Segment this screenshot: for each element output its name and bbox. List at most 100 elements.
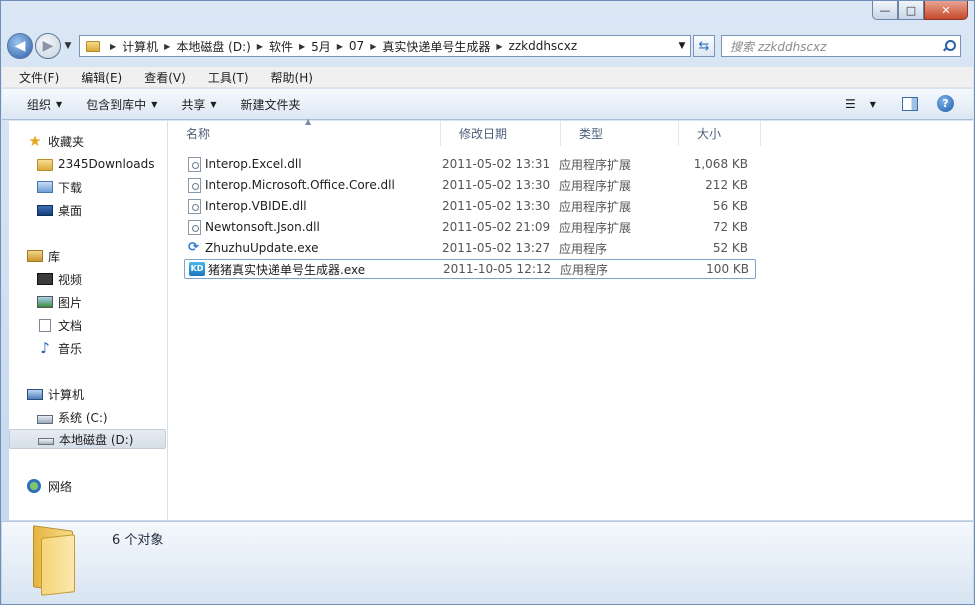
- file-type: 应用程序: [559, 241, 608, 256]
- breadcrumb-07[interactable]: 07: [349, 39, 364, 53]
- sidebar-item-network[interactable]: 网络: [27, 476, 72, 496]
- menu-tools[interactable]: 工具(T): [191, 69, 254, 86]
- sidebar-item-drive-c[interactable]: 系统 (C:): [37, 407, 108, 427]
- sidebar-item-2345downloads[interactable]: 2345Downloads: [37, 154, 154, 174]
- file-type: 应用程序扩展: [559, 157, 632, 172]
- chevron-right-icon[interactable]: ▶: [164, 42, 170, 51]
- large-folder-icon: [33, 525, 77, 596]
- chevron-right-icon[interactable]: ▶: [257, 42, 263, 51]
- share-button[interactable]: 共享 ▼: [169, 96, 228, 113]
- sidebar-item-documents[interactable]: 文档: [37, 315, 82, 335]
- breadcrumb-may[interactable]: 5月: [311, 38, 331, 55]
- column-header-date[interactable]: 修改日期: [441, 121, 561, 146]
- sidebar-item-label: 下载: [58, 180, 83, 195]
- close-button[interactable]: ✕: [924, 1, 968, 20]
- column-header-size[interactable]: 大小: [679, 121, 761, 146]
- preview-pane-icon[interactable]: [902, 97, 918, 111]
- column-header-name[interactable]: ▲ 名称: [168, 117, 441, 146]
- minimize-button[interactable]: —: [872, 1, 898, 20]
- help-icon[interactable]: ?: [937, 95, 954, 112]
- drive-icon: [38, 438, 54, 445]
- item-count: 6 个对象: [112, 533, 164, 548]
- menu-bar: 文件(F) 编辑(E) 查看(V) 工具(T) 帮助(H): [2, 67, 973, 88]
- address-dropdown[interactable]: ▼: [674, 41, 690, 51]
- column-header-label: 名称: [186, 127, 211, 141]
- dll-file-icon: [188, 177, 201, 193]
- document-icon: [39, 318, 51, 332]
- breadcrumb-current[interactable]: zzkddhscxz: [509, 39, 578, 53]
- file-size: 52 KB: [712, 241, 748, 255]
- music-note-icon: ♪: [40, 339, 50, 357]
- file-name: ZhuzhuUpdate.exe: [205, 241, 319, 255]
- file-size: 100 KB: [706, 262, 749, 276]
- table-row[interactable]: Interop.VBIDE.dll 2011-05-02 13:30 应用程序扩…: [184, 196, 756, 216]
- sidebar-item-pictures[interactable]: 图片: [37, 292, 82, 312]
- navigation-bar: ◀ ▶ ▼ ▶ 计算机 ▶ 本地磁盘 (D:) ▶ 软件 ▶ 5月 ▶ 07 ▶…: [7, 32, 969, 60]
- file-name-cell: Newtonsoft.Json.dll: [184, 219, 439, 235]
- breadcrumb-software[interactable]: 软件: [269, 38, 293, 55]
- maximize-button[interactable]: □: [898, 1, 924, 20]
- search-placeholder: 搜索 zzkddhscxz: [730, 39, 827, 54]
- menu-edit[interactable]: 编辑(E): [64, 69, 127, 86]
- address-bar[interactable]: ▶ 计算机 ▶ 本地磁盘 (D:) ▶ 软件 ▶ 5月 ▶ 07 ▶ 真实快递单…: [79, 35, 691, 57]
- sidebar-item-label: 音乐: [58, 341, 83, 356]
- column-header-label: 类型: [579, 127, 604, 141]
- chevron-right-icon[interactable]: ▶: [370, 42, 376, 51]
- folder-icon: [37, 158, 53, 171]
- organize-button[interactable]: 组织 ▼: [2, 96, 74, 113]
- star-icon: ★: [28, 132, 42, 150]
- recent-pages-dropdown[interactable]: ▼: [61, 41, 75, 51]
- file-name-cell: Interop.VBIDE.dll: [184, 198, 439, 214]
- file-name-cell: KD 猪猪真实快递单号生成器.exe: [185, 261, 440, 278]
- new-folder-label: 新建文件夹: [240, 97, 301, 112]
- breadcrumb-computer[interactable]: 计算机: [122, 38, 158, 55]
- modified-date: 2011-05-02 13:30: [442, 178, 551, 192]
- sort-ascending-icon: ▲: [305, 117, 312, 126]
- explorer-window: — □ ✕ ◀ ▶ ▼ ▶ 计算机 ▶ 本地磁盘 (D:) ▶ 软件 ▶ 5月 …: [0, 0, 975, 605]
- chevron-right-icon[interactable]: ▶: [496, 42, 502, 51]
- table-row[interactable]: Interop.Excel.dll 2011-05-02 13:31 应用程序扩…: [184, 154, 756, 174]
- folder-icon: [86, 40, 100, 52]
- details-pane: 6 个对象: [2, 521, 973, 604]
- menu-file[interactable]: 文件(F): [2, 69, 64, 86]
- change-view-button[interactable]: ☰ ▼: [845, 97, 876, 111]
- column-header-type[interactable]: 类型: [561, 121, 679, 146]
- sidebar-item-favorites[interactable]: ★ 收藏夹: [27, 131, 84, 151]
- sidebar-item-videos[interactable]: 视频: [37, 269, 82, 289]
- search-input[interactable]: 搜索 zzkddhscxz: [721, 35, 961, 57]
- video-icon: [37, 273, 53, 285]
- search-icon[interactable]: [943, 40, 956, 52]
- table-row[interactable]: Interop.Microsoft.Office.Core.dll 2011-0…: [184, 175, 756, 195]
- modified-date: 2011-05-02 13:27: [442, 241, 551, 255]
- chevron-right-icon[interactable]: ▶: [337, 42, 343, 51]
- include-in-library-button[interactable]: 包含到库中 ▼: [74, 96, 169, 113]
- menu-view[interactable]: 查看(V): [127, 69, 191, 86]
- column-header-label: 大小: [697, 127, 722, 141]
- dll-file-icon: [188, 198, 201, 214]
- forward-button[interactable]: ▶: [35, 33, 61, 59]
- sidebar-item-label: 本地磁盘 (D:): [59, 432, 134, 447]
- table-row-selected[interactable]: KD 猪猪真实快递单号生成器.exe 2011-10-05 12:12 应用程序 …: [184, 259, 756, 279]
- breadcrumb-app-folder[interactable]: 真实快递单号生成器: [382, 38, 490, 55]
- dropdown-arrow-icon: ▼: [869, 99, 876, 109]
- sidebar-item-computer[interactable]: 计算机: [27, 384, 84, 404]
- sidebar-item-label: 计算机: [48, 387, 85, 402]
- refresh-button[interactable]: ⇆: [693, 35, 715, 57]
- chevron-right-icon[interactable]: ▶: [299, 42, 305, 51]
- new-folder-button[interactable]: 新建文件夹: [229, 96, 313, 113]
- sidebar-item-downloads[interactable]: 下载: [37, 177, 82, 197]
- window-controls: — □ ✕: [872, 1, 968, 20]
- sidebar-item-music[interactable]: ♪ 音乐: [37, 338, 82, 358]
- back-button[interactable]: ◀: [7, 33, 33, 59]
- file-name: 猪猪真实快递单号生成器.exe: [208, 262, 366, 277]
- breadcrumb-drive-d[interactable]: 本地磁盘 (D:): [176, 38, 250, 55]
- menu-help[interactable]: 帮助(H): [254, 69, 318, 86]
- sidebar-item-libraries[interactable]: 库: [27, 246, 60, 266]
- sidebar-item-drive-d[interactable]: 本地磁盘 (D:): [9, 429, 166, 449]
- details-view-icon: ☰: [845, 97, 856, 111]
- table-row[interactable]: ⟳ ZhuzhuUpdate.exe 2011-05-02 13:27 应用程序 …: [184, 238, 756, 258]
- sidebar-item-desktop[interactable]: 桌面: [37, 200, 82, 220]
- table-row[interactable]: Newtonsoft.Json.dll 2011-05-02 21:09 应用程…: [184, 217, 756, 237]
- sidebar-item-label: 系统 (C:): [58, 410, 108, 425]
- chevron-right-icon[interactable]: ▶: [110, 42, 116, 51]
